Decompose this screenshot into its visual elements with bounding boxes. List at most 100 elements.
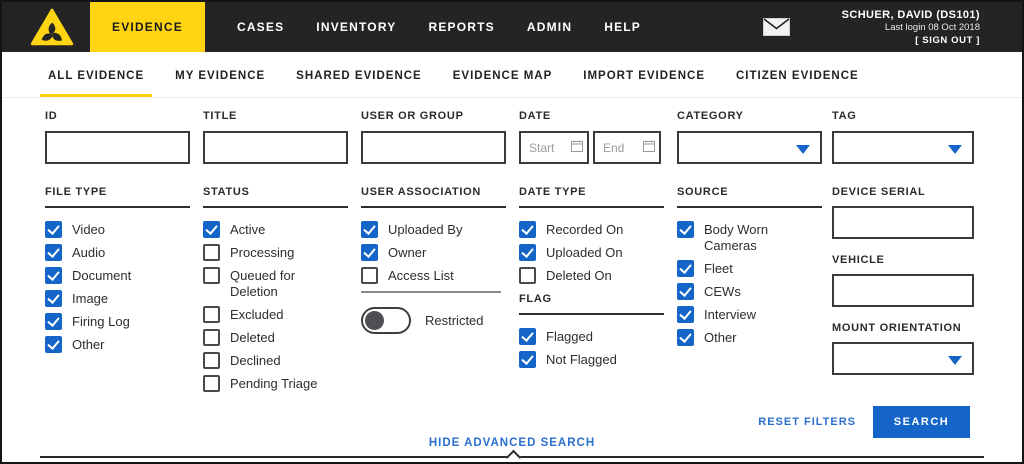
checkbox-row-not-flagged[interactable]: Not Flagged [519,351,664,368]
checkbox[interactable] [45,221,62,238]
app-window: EVIDENCE CASES INVENTORY REPORTS ADMIN H… [0,0,1024,464]
tab-evidence-map[interactable]: EVIDENCE MAP [445,52,561,97]
nav-item-label: EVIDENCE [112,20,183,34]
checkbox[interactable] [677,329,694,346]
checkbox[interactable] [519,221,536,238]
messages-button[interactable] [762,18,790,36]
mount-orientation-field: MOUNT ORIENTATION [832,322,974,375]
envelope-icon [762,18,790,36]
checkbox-row-fleet[interactable]: Fleet [677,260,822,277]
checkbox-row-declined[interactable]: Declined [203,352,348,369]
checkbox-row-pending-triage[interactable]: Pending Triage [203,375,348,392]
checkbox[interactable] [677,283,694,300]
checkbox[interactable] [45,267,62,284]
search-button[interactable]: SEARCH [873,406,970,438]
section-divider [361,291,501,293]
checkbox[interactable] [203,244,220,261]
checkbox-row-active[interactable]: Active [203,221,348,238]
checkbox[interactable] [519,328,536,345]
checkbox-row-flagged[interactable]: Flagged [519,328,664,345]
sign-out-link[interactable]: [ SIGN OUT ] [842,34,980,47]
checkbox[interactable] [519,351,536,368]
checkbox-row-processing[interactable]: Processing [203,244,348,261]
calendar-icon[interactable] [643,140,655,152]
checkbox[interactable] [203,221,220,238]
checkbox[interactable] [203,329,220,346]
checkbox[interactable] [45,290,62,307]
nav-item-evidence[interactable]: EVIDENCE [90,2,205,52]
nav-item-admin[interactable]: ADMIN [527,2,572,52]
axon-logo[interactable] [28,2,76,52]
checkbox[interactable] [203,352,220,369]
id-input[interactable] [45,131,190,164]
date-label: DATE [519,110,551,122]
checkbox-row-firing-log[interactable]: Firing Log [45,313,190,330]
checkbox-row-image[interactable]: Image [45,290,190,307]
checkbox-label: Document [72,268,132,283]
checkbox[interactable] [45,244,62,261]
hide-advanced-search-link[interactable]: HIDE ADVANCED SEARCH [2,437,1022,449]
checkbox[interactable] [361,244,378,261]
category-select[interactable] [677,131,822,164]
checkbox-row-deleted-on[interactable]: Deleted On [519,267,664,284]
actions-bar: RESET FILTERS SEARCH [758,406,970,438]
axon-triangle-icon [30,8,74,46]
nav-item-label: INVENTORY [316,20,397,34]
tab-my-evidence[interactable]: MY EVIDENCE [167,52,273,97]
nav-item-reports[interactable]: REPORTS [428,2,494,52]
checkbox[interactable] [45,313,62,330]
status-header: STATUS [203,186,348,208]
mount-orientation-select[interactable] [832,342,974,375]
tab-shared-evidence[interactable]: SHARED EVIDENCE [288,52,430,97]
checkbox-label: Image [72,291,109,306]
checkbox-row-cews[interactable]: CEWs [677,283,822,300]
device-serial-input[interactable] [832,206,974,239]
checkbox[interactable] [361,221,378,238]
nav-item-help[interactable]: HELP [604,2,641,52]
nav-item-cases[interactable]: CASES [237,2,284,52]
vehicle-input[interactable] [832,274,974,307]
evidence-tabs-row: ALL EVIDENCE MY EVIDENCE SHARED EVIDENCE… [2,52,1022,98]
last-login-text: Last login 08 Oct 2018 [884,21,980,33]
title-input[interactable] [203,131,348,164]
tab-all-evidence[interactable]: ALL EVIDENCE [40,52,153,97]
checkbox-row-recorded-on[interactable]: Recorded On [519,221,664,238]
checkbox-row-queued-for-deletion[interactable]: Queued for Deletion [203,267,348,300]
checkbox-row-source-other[interactable]: Other [677,329,822,346]
checkbox[interactable] [45,336,62,353]
checkbox[interactable] [677,306,694,323]
checkbox[interactable] [203,306,220,323]
checkbox[interactable] [203,267,220,284]
checkbox-row-interview[interactable]: Interview [677,306,822,323]
calendar-icon[interactable] [571,140,583,152]
checkbox-row-document[interactable]: Document [45,267,190,284]
checkbox[interactable] [203,375,220,392]
checkbox-row-excluded[interactable]: Excluded [203,306,348,323]
nav-item-inventory[interactable]: INVENTORY [316,2,396,52]
checkbox-label: Other [704,330,737,345]
checkbox-row-uploaded-on[interactable]: Uploaded On [519,244,664,261]
checkbox-row-audio[interactable]: Audio [45,244,190,261]
restricted-toggle[interactable] [361,307,411,334]
checkbox-row-body-worn-cameras[interactable]: Body Worn Cameras [677,221,822,254]
checkbox-row-video[interactable]: Video [45,221,190,238]
tag-select[interactable] [832,131,974,164]
checkbox-row-deleted[interactable]: Deleted [203,329,348,346]
checkbox[interactable] [677,221,694,238]
checkbox-row-uploaded-by[interactable]: Uploaded By [361,221,506,238]
checkbox[interactable] [677,260,694,277]
checkbox-label: Recorded On [546,222,624,237]
file-type-header: FILE TYPE [45,186,190,208]
tab-label: CITIZEN EVIDENCE [736,70,859,82]
checkbox[interactable] [361,267,378,284]
tab-citizen-evidence[interactable]: CITIZEN EVIDENCE [728,52,867,97]
checkbox-row-other[interactable]: Other [45,336,190,353]
checkbox-row-access-list[interactable]: Access List [361,267,506,284]
tab-import-evidence[interactable]: IMPORT EVIDENCE [575,52,713,97]
reset-filters-link[interactable]: RESET FILTERS [758,416,856,428]
checkbox-label: Deleted [230,330,275,345]
user-or-group-input[interactable] [361,131,506,164]
checkbox-row-owner[interactable]: Owner [361,244,506,261]
checkbox[interactable] [519,267,536,284]
checkbox[interactable] [519,244,536,261]
